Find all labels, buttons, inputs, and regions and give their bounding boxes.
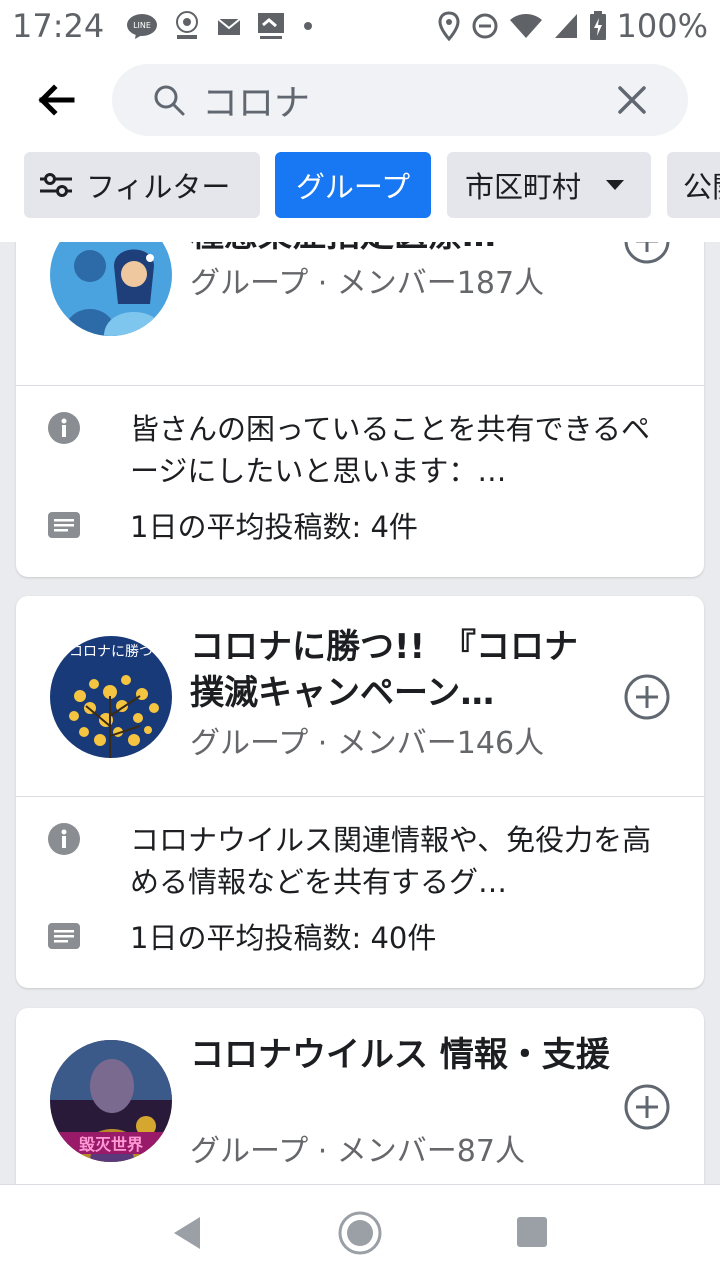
do-not-disturb-icon (471, 12, 499, 40)
group-meta: グループ · メンバー87人 (190, 1134, 525, 1169)
group-name[interactable]: 新型コロナウイルス・第二種感染症指定医療… (190, 242, 610, 258)
group-result-card[interactable]: コロナに勝つ コロナに勝つ!! 『コロナ撲滅キャンペーン… グループ · メンバ… (16, 596, 704, 988)
group-result-card[interactable]: 新型コロナウイルス・第二種感染症指定医療… グループ · メンバー187人 皆さ… (16, 242, 704, 577)
back-button[interactable] (28, 78, 84, 122)
dot-icon (300, 18, 316, 34)
group-description: 皆さんの困っていることを共有できるページにしたいと思います：… (130, 412, 650, 488)
wifi-icon (509, 12, 543, 40)
public-chip-label: 公開 (683, 170, 720, 204)
nav-back-button[interactable] (170, 1215, 204, 1251)
nav-home-button[interactable] (337, 1210, 383, 1256)
search-header (0, 52, 720, 148)
system-icons: 100% (437, 7, 708, 45)
group-avatar: 毀灭世界 (50, 1040, 172, 1162)
mail-icon (216, 14, 242, 38)
info-icon (48, 823, 80, 855)
average-posts: 1日の平均投稿数: 4件 (130, 510, 418, 544)
line-icon: LINE (126, 13, 158, 39)
info-icon (48, 412, 80, 444)
filter-chip-label: フィルター (86, 170, 231, 204)
group-chip-label: グループ (295, 170, 411, 204)
avatar-caption: コロナに勝つ (69, 644, 153, 660)
filter-chips: フィルター グループ 市区町村 公開 (0, 148, 720, 242)
posts-icon (48, 923, 80, 949)
sliders-icon (40, 173, 72, 197)
group-avatar (50, 242, 172, 336)
search-input[interactable] (202, 79, 592, 121)
join-group-button[interactable] (624, 242, 670, 264)
search-results: 新型コロナウイルス・第二種感染症指定医療… グループ · メンバー187人 皆さ… (0, 242, 720, 1184)
clear-search-button[interactable] (616, 84, 648, 116)
news-app-icon (256, 11, 286, 41)
location-icon (437, 11, 461, 41)
search-box[interactable] (112, 64, 688, 136)
avatar-caption: 毀灭世界 (79, 1135, 143, 1154)
svg-text:LINE: LINE (133, 21, 151, 30)
filter-chip[interactable]: フィルター (24, 152, 260, 218)
signal-icon (553, 12, 579, 40)
battery-charging-icon (589, 11, 607, 41)
group-name[interactable]: コロナウイルス 情報・支援 (190, 1032, 610, 1078)
battery-percent: 100% (616, 7, 708, 45)
search-icon (154, 85, 185, 116)
status-time: 17:24 (12, 7, 105, 45)
caret-down-icon (606, 180, 625, 190)
posts-icon (48, 512, 80, 538)
android-nav-bar (0, 1184, 720, 1280)
average-posts: 1日の平均投稿数: 40件 (130, 921, 437, 955)
arrow-left-icon (38, 84, 75, 116)
city-chip-label: 市区町村 (465, 170, 582, 204)
group-name[interactable]: コロナに勝つ!! 『コロナ撲滅キャンペーン… (190, 624, 610, 716)
join-group-button[interactable] (624, 674, 670, 720)
group-result-card[interactable]: 毀灭世界 コロナウイルス 情報・支援 グループ · メンバー87人 (16, 1008, 704, 1184)
city-chip[interactable]: 市区町村 (447, 152, 651, 218)
group-chip[interactable]: グループ (275, 152, 431, 218)
nav-recents-button[interactable] (516, 1216, 548, 1248)
group-meta: グループ · メンバー187人 (190, 266, 545, 301)
status-bar: 17:24 LINE 100% (0, 0, 720, 52)
join-group-button[interactable] (624, 1084, 670, 1130)
public-chip[interactable]: 公開 (667, 152, 720, 218)
group-meta: グループ · メンバー146人 (190, 726, 545, 761)
notification-icons: LINE (126, 10, 316, 42)
app-badge-icon (172, 10, 202, 42)
group-description: コロナウイルス関連情報や、免役力を高める情報などを共有するグ… (130, 823, 652, 899)
group-avatar: コロナに勝つ (50, 636, 172, 758)
